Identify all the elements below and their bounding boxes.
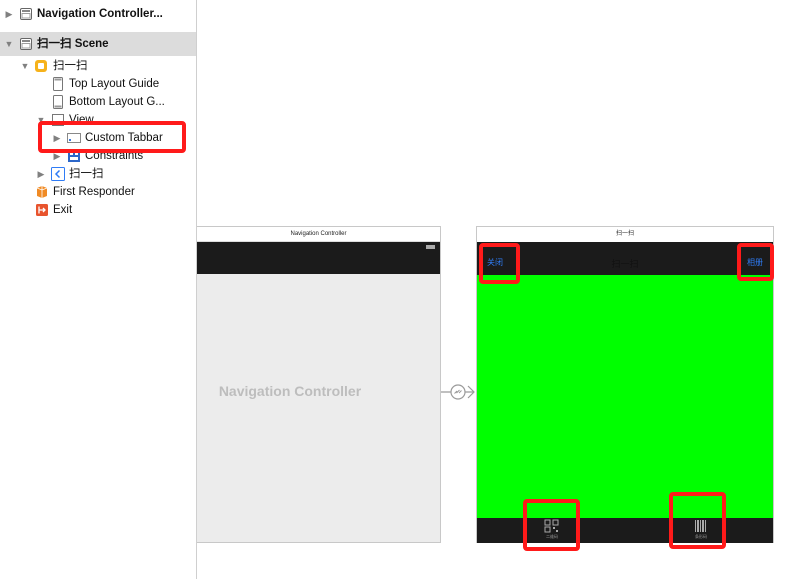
- nav-title: 扫一扫: [611, 259, 639, 269]
- outline-item-top-layout-guide[interactable]: Top Layout Guide: [0, 75, 196, 93]
- outline-item-label: Top Layout Guide: [69, 78, 160, 90]
- scan-scene[interactable]: 扫一扫 关闭 扫一扫 相册 二维码 条形码: [476, 226, 774, 543]
- highlight-box: [523, 499, 580, 551]
- disclosure-triangle-expanded-icon[interactable]: ▼: [20, 61, 30, 71]
- disclosure-triangle-collapsed-icon[interactable]: ▶: [4, 9, 14, 19]
- outline-item-exit[interactable]: Exit: [0, 201, 196, 219]
- first-responder-icon: [36, 186, 48, 198]
- disclosure-triangle-collapsed-icon[interactable]: ▶: [36, 169, 46, 179]
- outline-item-back-item[interactable]: ▶ 扫一扫: [0, 165, 196, 183]
- navigation-controller-scene[interactable]: Navigation Controller Navigation Control…: [197, 226, 441, 543]
- highlight-box: [479, 243, 520, 284]
- battery-icon: [426, 245, 435, 249]
- outline-item-label: Exit: [53, 204, 73, 216]
- outline-item-label: Bottom Layout G...: [69, 96, 165, 108]
- back-chevron-icon: [51, 167, 65, 181]
- outline-item-label: First Responder: [53, 186, 135, 198]
- storyboard-canvas: Navigation Controller Navigation Control…: [197, 0, 785, 579]
- disclosure-triangle-expanded-icon[interactable]: ▼: [4, 39, 14, 49]
- outline-item-label: 扫一扫: [69, 168, 104, 180]
- exit-icon: [36, 204, 48, 216]
- highlight-box: [737, 243, 774, 281]
- outline-item-view-controller[interactable]: ▼ 扫一扫: [0, 57, 196, 75]
- outline-item-navigation-controller[interactable]: ▶ Navigation Controller...: [0, 5, 196, 23]
- scan-content-view: [477, 275, 773, 518]
- outline-item-first-responder[interactable]: First Responder: [0, 183, 196, 201]
- scene-placeholder-label: Navigation Controller: [218, 383, 362, 399]
- layout-guide-icon: [53, 95, 63, 109]
- view-controller-icon: [35, 60, 47, 72]
- navigation-controller-icon: [20, 8, 32, 20]
- outline-item-label: Navigation Controller...: [37, 8, 163, 20]
- scene-icon: [20, 38, 32, 50]
- outline-item-label: 扫一扫: [53, 60, 88, 72]
- outline-item-label: 扫一扫 Scene: [37, 38, 109, 50]
- xcode-storyboard-editor: ▶ Navigation Controller... ▼ 扫一扫 Scene ▼: [0, 0, 785, 579]
- scene-title: 扫一扫: [615, 231, 634, 237]
- highlight-box: [38, 121, 186, 153]
- navigation-bar: [197, 242, 440, 274]
- scene-title: Navigation Controller: [197, 227, 440, 242]
- scan-navigation-bar: 关闭 扫一扫 相册: [477, 242, 773, 275]
- outline-item-scan-scene[interactable]: ▼ 扫一扫 Scene: [0, 32, 196, 56]
- document-outline: ▶ Navigation Controller... ▼ 扫一扫 Scene ▼: [0, 0, 197, 579]
- custom-tabbar: 二维码 条形码: [477, 518, 773, 543]
- layout-guide-icon: [53, 77, 63, 91]
- outline-item-bottom-layout-guide[interactable]: Bottom Layout G...: [0, 93, 196, 111]
- highlight-box: [669, 492, 726, 549]
- segue-arrow[interactable]: [441, 378, 477, 406]
